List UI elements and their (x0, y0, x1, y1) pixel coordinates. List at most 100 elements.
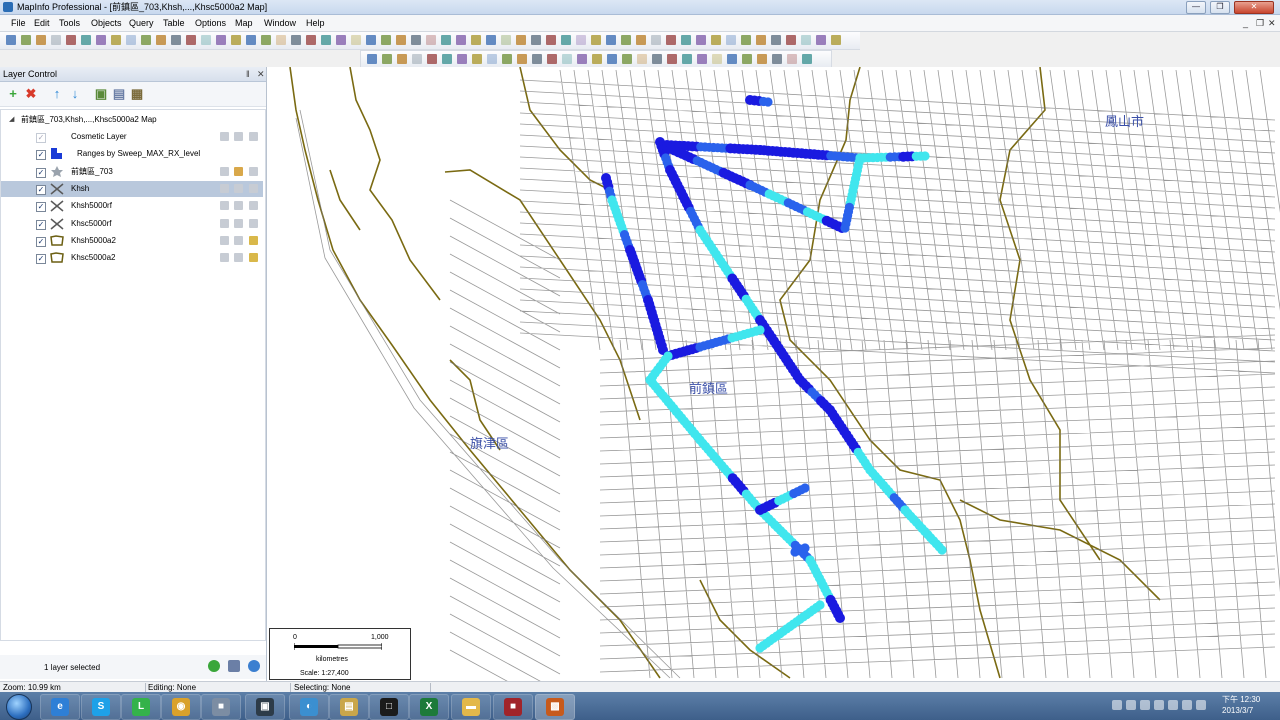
add-layer-icon[interactable]: + (6, 87, 20, 101)
toolbar-button-icon[interactable] (427, 54, 437, 64)
layer-row[interactable]: ✓ 前鎮區_703 (1, 164, 263, 180)
toolbar-button-icon[interactable] (636, 35, 646, 45)
editable-toggle-icon[interactable] (220, 183, 229, 193)
toolbar-button-icon[interactable] (246, 35, 256, 45)
editable-toggle-icon[interactable] (220, 253, 229, 263)
clock-date[interactable]: 2013/3/7 (1222, 706, 1253, 716)
taskbar-app-button[interactable]: ◐ (289, 694, 329, 720)
layer-visibility-checkbox[interactable]: ✓ (36, 202, 46, 213)
toolbar-button-icon[interactable] (306, 35, 316, 45)
toolbar-button-icon[interactable] (426, 35, 436, 45)
selectable-toggle-icon[interactable] (234, 132, 243, 141)
close-button[interactable]: ✕ (1234, 1, 1274, 14)
layer-visibility-checkbox[interactable]: ✓ (36, 133, 46, 143)
taskbar-app-button[interactable]: e (40, 694, 80, 720)
taskbar-app-button[interactable]: ▩ (535, 694, 575, 720)
toolbar-button-icon[interactable] (516, 35, 526, 45)
layer-visibility-checkbox[interactable]: ✓ (36, 236, 46, 247)
autolabel-toggle-icon[interactable] (249, 253, 258, 263)
mdi-restore-button[interactable]: ❐ (1256, 18, 1264, 28)
toolbar-button-icon[interactable] (276, 35, 286, 45)
toolbar-button-icon[interactable] (532, 54, 542, 64)
autolabel-toggle-icon[interactable] (249, 201, 258, 211)
menu-objects[interactable]: Objects (88, 16, 125, 30)
toolbar-button-icon[interactable] (607, 54, 617, 64)
map-canvas[interactable] (267, 67, 1280, 681)
toolbar-button-icon[interactable] (786, 35, 796, 45)
toolbar-button-icon[interactable] (6, 35, 16, 45)
autolabel-toggle-icon[interactable] (249, 166, 258, 176)
toolbar-button-icon[interactable] (727, 54, 737, 64)
toolbar-button-icon[interactable] (471, 35, 481, 45)
layer-visibility-checkbox[interactable]: ✓ (36, 184, 46, 195)
toolbar-button-icon[interactable] (96, 35, 106, 45)
toolbar-button-icon[interactable] (742, 54, 752, 64)
toolbar-button-icon[interactable] (712, 54, 722, 64)
toolbar-button-icon[interactable] (606, 35, 616, 45)
toolbar-button-icon[interactable] (697, 54, 707, 64)
toolbar-button-icon[interactable] (126, 35, 136, 45)
menu-file[interactable]: File (8, 16, 29, 30)
tray-icon[interactable] (1126, 700, 1136, 710)
layer-row[interactable]: ✓ Cosmetic Layer (1, 129, 263, 145)
display-options-icon[interactable] (228, 660, 240, 672)
toolbar-button-icon[interactable] (622, 54, 632, 64)
editable-toggle-icon[interactable] (220, 166, 229, 176)
toolbar-button-icon[interactable] (592, 54, 602, 64)
move-down-icon[interactable]: ↓ (68, 87, 82, 101)
toolbar-button-icon[interactable] (816, 35, 826, 45)
network-icon[interactable] (1154, 700, 1164, 710)
move-up-icon[interactable]: ↑ (50, 87, 64, 101)
layer-row[interactable]: ✓ Khsh5000rf (1, 198, 263, 214)
toolbar-button-icon[interactable] (561, 35, 571, 45)
editable-toggle-icon[interactable] (220, 201, 229, 211)
taskbar-app-button[interactable]: ▤ (329, 694, 369, 720)
toolbar-button-icon[interactable] (156, 35, 166, 45)
toolbar-button-icon[interactable] (831, 35, 841, 45)
toolbar-button-icon[interactable] (171, 35, 181, 45)
toolbar-button-icon[interactable] (547, 54, 557, 64)
layer-row[interactable]: ✓ Khsh (1, 180, 263, 197)
toolbar-button-icon[interactable] (21, 35, 31, 45)
start-button[interactable] (6, 694, 32, 720)
toolbar-button-icon[interactable] (757, 54, 767, 64)
pin-icon[interactable]: ‖ (246, 68, 250, 80)
autolabel-toggle-icon[interactable] (249, 218, 258, 228)
selectable-toggle-icon[interactable] (234, 235, 243, 245)
menu-window[interactable]: Window (261, 16, 299, 30)
toolbar-button-icon[interactable] (66, 35, 76, 45)
menu-options[interactable]: Options (192, 16, 229, 30)
refresh-icon[interactable] (208, 660, 220, 672)
toolbar-button-icon[interactable] (696, 35, 706, 45)
toolbar-button-icon[interactable] (652, 54, 662, 64)
toolbar-button-icon[interactable] (517, 54, 527, 64)
toolbar-button-icon[interactable] (456, 35, 466, 45)
menu-table[interactable]: Table (160, 16, 188, 30)
toolbar-button-icon[interactable] (141, 35, 151, 45)
layer-row[interactable]: ✓ Ranges by Sweep_MAX_RX_level (1, 146, 263, 162)
language-icon[interactable] (1182, 700, 1192, 710)
toolbar-button-icon[interactable] (667, 54, 677, 64)
toolbar-button-icon[interactable] (457, 54, 467, 64)
minimize-button[interactable]: — (1186, 1, 1206, 14)
map-window[interactable]: 前鎮區 旗津區 鳳山市 0 1,000 kilometres Scale: 1:… (267, 67, 1280, 681)
taskbar-app-button[interactable]: ▬ (451, 694, 491, 720)
selectable-toggle-icon[interactable] (234, 183, 243, 193)
toolbar-button-icon[interactable] (666, 35, 676, 45)
toolbar-button-icon[interactable] (412, 54, 422, 64)
toolbar-button-icon[interactable] (621, 35, 631, 45)
collapse-icon[interactable]: ◢ (9, 114, 14, 126)
panel-close-icon[interactable]: ✕ (257, 68, 265, 80)
toolbar-button-icon[interactable] (36, 35, 46, 45)
toolbar-button-icon[interactable] (562, 54, 572, 64)
layer-options-icon[interactable]: ▣ (94, 87, 108, 101)
toolbar-button-icon[interactable] (771, 35, 781, 45)
selectable-toggle-icon[interactable] (234, 253, 243, 263)
toolbar-button-icon[interactable] (577, 54, 587, 64)
tray-icon[interactable] (1112, 700, 1122, 710)
toolbar-button-icon[interactable] (336, 35, 346, 45)
toolbar-button-icon[interactable] (651, 35, 661, 45)
menu-tools[interactable]: Tools (56, 16, 83, 30)
restore-button[interactable]: ❐ (1210, 1, 1230, 14)
menu-query[interactable]: Query (126, 16, 157, 30)
